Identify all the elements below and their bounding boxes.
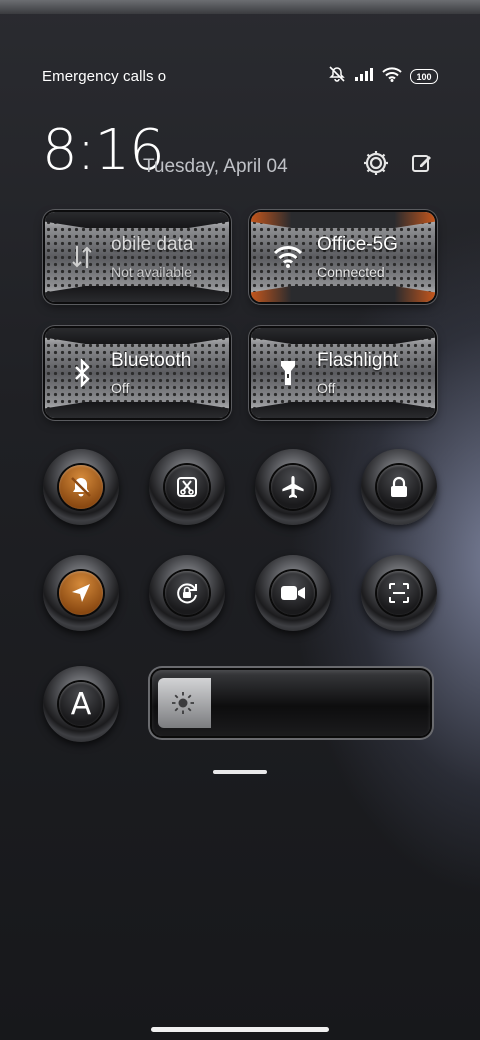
screen-record-icon xyxy=(271,571,315,615)
clock-date: Tuesday, April 04 xyxy=(143,156,288,177)
scanner-icon xyxy=(377,571,421,615)
wifi-icon xyxy=(382,66,402,87)
tile-label: Office-5G xyxy=(317,234,398,255)
bluetooth-icon xyxy=(67,358,97,388)
location-icon xyxy=(59,571,103,615)
toggle-location[interactable] xyxy=(43,555,119,631)
tile-status: Off xyxy=(111,380,130,396)
toggle-scanner[interactable] xyxy=(361,555,437,631)
tile-status: Connected xyxy=(317,264,385,280)
tile-wifi[interactable]: Office-5G Connected xyxy=(251,212,435,302)
silent-icon xyxy=(59,465,103,509)
toggle-lock-screen[interactable] xyxy=(361,449,437,525)
status-icons: 100 xyxy=(328,66,438,87)
wifi-icon xyxy=(273,242,303,272)
tile-status: Off xyxy=(317,380,336,396)
tile-status: Not available xyxy=(111,264,192,280)
tile-label: Flashlight xyxy=(317,350,399,371)
mobile-data-icon xyxy=(67,242,97,272)
toggle-screenshot[interactable] xyxy=(149,449,225,525)
tile-mobile-data[interactable]: obile data Not available xyxy=(45,212,229,302)
screenshot-icon xyxy=(165,465,209,509)
toggle-rotation-lock[interactable] xyxy=(149,555,225,631)
airplane-icon xyxy=(271,465,315,509)
rotation-lock-icon xyxy=(165,571,209,615)
signal-icon xyxy=(354,67,374,86)
tile-label: Bluetooth xyxy=(111,350,192,371)
edit-icon[interactable] xyxy=(407,148,437,178)
lock-icon xyxy=(377,465,421,509)
battery-icon: 100 xyxy=(410,69,438,84)
toggle-airplane[interactable] xyxy=(255,449,331,525)
sun-icon xyxy=(170,690,196,716)
carrier-text: Emergency calls o xyxy=(42,68,166,85)
tile-bluetooth[interactable]: Bluetooth Off xyxy=(45,328,229,418)
brightness-slider[interactable] xyxy=(152,670,430,736)
gesture-nav-bar[interactable] xyxy=(151,1027,329,1032)
panel-drag-handle[interactable] xyxy=(213,770,267,774)
mute-icon xyxy=(328,66,346,87)
tile-flashlight[interactable]: Flashlight Off xyxy=(251,328,435,418)
status-bar: Emergency calls o 100 xyxy=(0,60,480,92)
settings-icon[interactable] xyxy=(361,148,391,178)
flashlight-icon xyxy=(273,358,303,388)
toggle-silent[interactable] xyxy=(43,449,119,525)
toggle-screen-record[interactable] xyxy=(255,555,331,631)
tile-label: obile data xyxy=(111,234,194,255)
top-edge-bar xyxy=(0,0,480,14)
auto-brightness-label: A xyxy=(59,682,103,726)
auto-brightness-button[interactable]: A xyxy=(43,666,119,742)
